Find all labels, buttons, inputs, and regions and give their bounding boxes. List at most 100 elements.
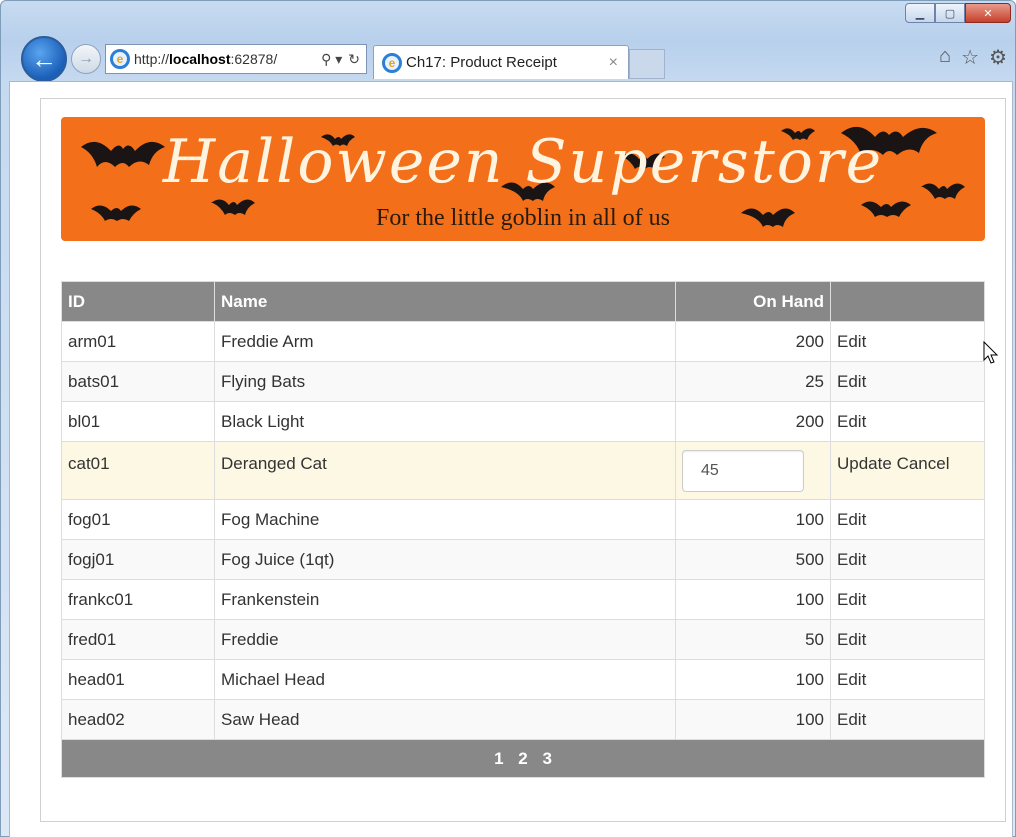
page-container: Halloween Superstore For the little gobl… xyxy=(40,98,1006,822)
cell-on-hand: 100 xyxy=(675,579,831,620)
search-dropdown-icon[interactable]: ⚲ ▾ xyxy=(321,51,342,68)
tab-close-icon[interactable]: × xyxy=(609,54,618,72)
pager-row: 1 2 3 xyxy=(61,739,985,778)
products-grid: ID Name On Hand arm01 Freddie Arm 200 Ed… xyxy=(61,281,985,778)
back-button[interactable]: ← xyxy=(21,36,67,82)
forward-button[interactable]: → xyxy=(71,44,101,74)
back-arrow-icon: ← xyxy=(31,43,57,74)
cell-action: Edit xyxy=(830,539,985,580)
close-window-button[interactable]: ✕ xyxy=(965,3,1011,23)
forward-arrow-icon: → xyxy=(78,50,94,67)
banner-title: Halloween Superstore xyxy=(162,127,884,197)
cell-name: Fog Machine xyxy=(214,499,676,540)
cell-name: Fog Juice (1qt) xyxy=(214,539,676,580)
address-bar[interactable]: e http://localhost:62878/ ⚲ ▾ ↻ xyxy=(105,44,367,74)
browser-tab[interactable]: e Ch17: Product Receipt × xyxy=(373,45,629,79)
edit-link[interactable]: Edit xyxy=(837,332,866,351)
home-icon[interactable]: ⌂ xyxy=(939,45,951,70)
banner-subtitle: For the little goblin in all of us xyxy=(376,205,670,231)
page-link-1[interactable]: 1 xyxy=(494,749,503,768)
edit-link[interactable]: Edit xyxy=(837,372,866,391)
cell-action: Update Cancel xyxy=(830,441,985,500)
navigation-bar: ← → e http://localhost:62878/ ⚲ ▾ ↻ e Ch… xyxy=(21,36,665,82)
cell-name: Flying Bats xyxy=(214,361,676,402)
cell-name: Frankenstein xyxy=(214,579,676,620)
edit-link[interactable]: Edit xyxy=(837,412,866,431)
table-row: bl01 Black Light 200 Edit xyxy=(61,401,985,442)
header-name[interactable]: Name xyxy=(214,281,676,322)
cell-action: Edit xyxy=(830,321,985,362)
minimize-button[interactable]: ▁ xyxy=(905,3,935,23)
window-controls: ▁ ▢ ✕ xyxy=(905,3,1011,23)
page-link-3[interactable]: 3 xyxy=(542,749,551,768)
cell-name: Freddie xyxy=(214,619,676,660)
cell-action: Edit xyxy=(830,659,985,700)
cell-on-hand: 100 xyxy=(675,499,831,540)
table-row: fog01 Fog Machine 100 Edit xyxy=(61,499,985,540)
cell-on-hand: 100 xyxy=(675,659,831,700)
edit-link[interactable]: Edit xyxy=(837,630,866,649)
cell-id: bats01 xyxy=(61,361,215,402)
page-link-2[interactable]: 2 xyxy=(518,749,527,768)
table-row: frankc01 Frankenstein 100 Edit xyxy=(61,579,985,620)
cell-id: fog01 xyxy=(61,499,215,540)
maximize-button[interactable]: ▢ xyxy=(935,3,965,23)
cell-id: bl01 xyxy=(61,401,215,442)
edit-link[interactable]: Edit xyxy=(837,550,866,569)
mouse-pointer-icon xyxy=(983,341,999,364)
table-row: bats01 Flying Bats 25 Edit xyxy=(61,361,985,402)
cell-action: Edit xyxy=(830,579,985,620)
cell-on-hand: 200 xyxy=(675,401,831,442)
cell-on-hand: 200 xyxy=(675,321,831,362)
store-banner: Halloween Superstore For the little gobl… xyxy=(61,117,985,241)
cell-name: Black Light xyxy=(214,401,676,442)
cell-action: Edit xyxy=(830,619,985,660)
table-row-editing: cat01 Deranged Cat Update Cancel xyxy=(61,441,985,500)
table-row: fogj01 Fog Juice (1qt) 500 Edit xyxy=(61,539,985,580)
cell-id: cat01 xyxy=(61,441,215,500)
edit-link[interactable]: Edit xyxy=(837,590,866,609)
cell-on-hand: 50 xyxy=(675,619,831,660)
on-hand-input[interactable] xyxy=(682,450,804,492)
cell-id: fred01 xyxy=(61,619,215,660)
cell-id: head01 xyxy=(61,659,215,700)
cell-action: Edit xyxy=(830,401,985,442)
cell-action: Edit xyxy=(830,699,985,740)
cell-on-hand: 500 xyxy=(675,539,831,580)
cell-action: Edit xyxy=(830,361,985,402)
cell-action: Edit xyxy=(830,499,985,540)
cell-name: Michael Head xyxy=(214,659,676,700)
cell-id: frankc01 xyxy=(61,579,215,620)
edit-link[interactable]: Edit xyxy=(837,510,866,529)
cell-id: fogj01 xyxy=(61,539,215,580)
tab-ie-icon: e xyxy=(382,52,402,73)
browser-window: ▁ ▢ ✕ ← → e http://localhost:62878/ ⚲ ▾ … xyxy=(0,0,1016,837)
header-id[interactable]: ID xyxy=(61,281,215,322)
cancel-link[interactable]: Cancel xyxy=(897,454,950,473)
cell-name: Saw Head xyxy=(214,699,676,740)
address-url[interactable]: http://localhost:62878/ xyxy=(134,51,321,67)
tools-gear-icon[interactable]: ⚙ xyxy=(989,45,1007,70)
cell-id: arm01 xyxy=(61,321,215,362)
edit-link[interactable]: Edit xyxy=(837,710,866,729)
update-link[interactable]: Update xyxy=(837,454,892,473)
refresh-icon[interactable]: ↻ xyxy=(348,51,360,68)
header-actions xyxy=(830,281,985,322)
cell-on-hand-edit xyxy=(675,441,831,500)
browser-toolbar-icons: ⌂ ☆ ⚙ xyxy=(939,45,1007,70)
favorites-star-icon[interactable]: ☆ xyxy=(961,45,979,70)
grid-header-row: ID Name On Hand xyxy=(61,281,985,322)
cell-on-hand: 25 xyxy=(675,361,831,402)
table-row: arm01 Freddie Arm 200 Edit xyxy=(61,321,985,362)
table-row: head02 Saw Head 100 Edit xyxy=(61,699,985,740)
tab-title: Ch17: Product Receipt xyxy=(406,54,557,71)
page-viewport: Halloween Superstore For the little gobl… xyxy=(9,81,1013,837)
edit-link[interactable]: Edit xyxy=(837,670,866,689)
ie-page-icon: e xyxy=(110,49,130,69)
header-on-hand[interactable]: On Hand xyxy=(675,281,831,322)
table-row: fred01 Freddie 50 Edit xyxy=(61,619,985,660)
cell-name: Deranged Cat xyxy=(214,441,676,500)
table-row: head01 Michael Head 100 Edit xyxy=(61,659,985,700)
new-tab-button[interactable] xyxy=(629,49,665,79)
pager-cell: 1 2 3 xyxy=(61,739,985,778)
